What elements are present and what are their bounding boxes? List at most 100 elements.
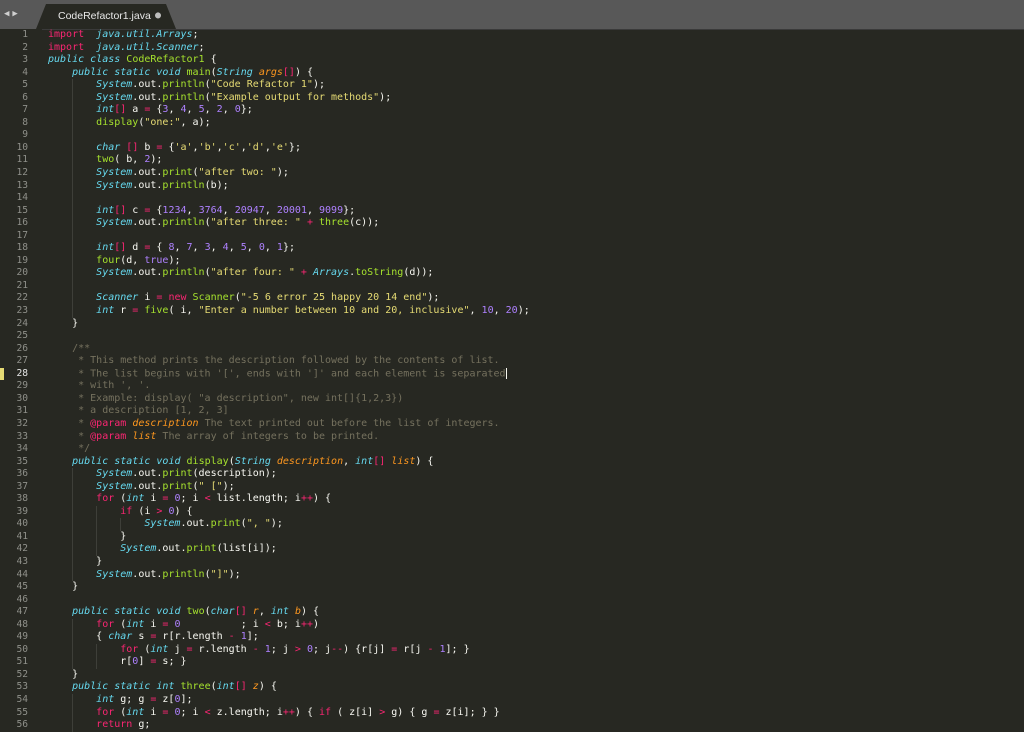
code-line[interactable]: 5 System.out.println("Code Refactor 1"); bbox=[0, 79, 1024, 92]
code-line[interactable]: 50 for (int j = r.length - 1; j > 0; j--… bbox=[0, 644, 1024, 657]
code-line[interactable]: 28 * The list begins with '[', ends with… bbox=[0, 367, 1024, 381]
code-line[interactable]: 3 public class CodeRefactor1 { bbox=[0, 54, 1024, 67]
line-number: 44 bbox=[16, 568, 28, 580]
code-line[interactable]: 31 * a description [1, 2, 3] bbox=[0, 405, 1024, 418]
line-number: 13 bbox=[16, 179, 28, 191]
code-line[interactable]: 46 bbox=[0, 594, 1024, 607]
code-line[interactable]: 23 int r = five( i, "Enter a number betw… bbox=[0, 305, 1024, 318]
line-number: 1 bbox=[22, 29, 28, 40]
code-line[interactable]: 15 int[] c = {1234, 3764, 20947, 20001, … bbox=[0, 205, 1024, 218]
line-number: 21 bbox=[16, 279, 28, 291]
code-line[interactable]: 16 System.out.println("after three: " + … bbox=[0, 217, 1024, 230]
line-number: 33 bbox=[16, 430, 28, 442]
line-number: 10 bbox=[16, 141, 28, 153]
nav-back-icon[interactable]: ◀ bbox=[4, 9, 9, 19]
code-text: Scanner i = new Scanner("-5 6 error 25 h… bbox=[96, 292, 440, 304]
code-line[interactable]: 37 System.out.print(" ["); bbox=[0, 481, 1024, 494]
code-line[interactable]: 55 for (int i = 0; i < z.length; i++) { … bbox=[0, 707, 1024, 720]
code-line[interactable]: 22 Scanner i = new Scanner("-5 6 error 2… bbox=[0, 292, 1024, 305]
line-number: 2 bbox=[22, 41, 28, 53]
code-line[interactable]: 42 System.out.print(list[i]); bbox=[0, 543, 1024, 556]
code-line[interactable]: 2 import java.util.Scanner; bbox=[0, 42, 1024, 55]
code-line[interactable]: 27 * This method prints the description … bbox=[0, 355, 1024, 368]
code-text: System.out.print(" ["); bbox=[96, 480, 235, 492]
code-line[interactable]: 35 public static void display(String des… bbox=[0, 456, 1024, 469]
code-line[interactable]: 34 */ bbox=[0, 443, 1024, 456]
tab-bar: ◀ ▶ CodeRefactor1.java ● bbox=[0, 0, 1024, 30]
line-number: 50 bbox=[16, 643, 28, 655]
code-line[interactable]: 18 int[] d = { 8, 7, 3, 4, 5, 0, 1}; bbox=[0, 242, 1024, 255]
code-line[interactable]: 33 * @param list The array of integers t… bbox=[0, 431, 1024, 444]
code-line[interactable]: 4 public static void main(String args[])… bbox=[0, 67, 1024, 80]
code-line[interactable]: 32 * @param description The text printed… bbox=[0, 418, 1024, 431]
code-line[interactable]: 45 } bbox=[0, 581, 1024, 594]
line-number: 5 bbox=[22, 79, 28, 91]
modified-indicator-icon[interactable]: ● bbox=[155, 10, 161, 21]
code-line[interactable]: 43 } bbox=[0, 556, 1024, 569]
code-line[interactable]: 9 bbox=[0, 129, 1024, 142]
code-line[interactable]: 49 { char s = r[r.length - 1]; bbox=[0, 631, 1024, 644]
code-line[interactable]: 48 for (int i = 0 ; i < b; i++) bbox=[0, 619, 1024, 632]
code-text: public class CodeRefactor1 { bbox=[48, 54, 217, 66]
line-number: 26 bbox=[16, 342, 28, 354]
code-line[interactable]: 8 display("one:", a); bbox=[0, 117, 1024, 130]
code-text: for (int i = 0 ; i < b; i++) bbox=[96, 618, 320, 630]
code-line[interactable]: 40 System.out.print(", "); bbox=[0, 518, 1024, 531]
line-number: 47 bbox=[16, 606, 28, 618]
code-text: */ bbox=[78, 443, 91, 455]
code-text: } bbox=[48, 668, 79, 680]
code-line[interactable]: 44 System.out.println("]"); bbox=[0, 569, 1024, 582]
code-text: System.out.print(description); bbox=[96, 468, 277, 480]
file-tab[interactable]: CodeRefactor1.java ● bbox=[36, 4, 176, 29]
code-line[interactable]: 30 * Example: display( "a description", … bbox=[0, 393, 1024, 406]
code-line[interactable]: 26 /** bbox=[0, 343, 1024, 356]
code-line[interactable]: 25 bbox=[0, 330, 1024, 343]
line-number: 11 bbox=[16, 154, 28, 166]
code-line[interactable]: 11 two( b, 2); bbox=[0, 154, 1024, 167]
line-number: 45 bbox=[16, 581, 28, 593]
code-text: int r = five( i, "Enter a number between… bbox=[96, 305, 530, 317]
code-line[interactable]: 47 public static void two(char[] r, int … bbox=[0, 606, 1024, 619]
code-text: } bbox=[48, 530, 127, 542]
code-line[interactable]: 36 System.out.print(description); bbox=[0, 468, 1024, 481]
line-number: 9 bbox=[22, 129, 28, 141]
code-line[interactable]: 1 import java.util.Arrays; bbox=[0, 29, 1024, 42]
code-text: } bbox=[48, 555, 103, 567]
line-number: 49 bbox=[16, 631, 28, 643]
code-text: int[] a = {3, 4, 5, 2, 0}; bbox=[96, 104, 253, 116]
code-line[interactable]: 13 System.out.println(b); bbox=[0, 180, 1024, 193]
code-line[interactable]: 20 System.out.println("after four: " + A… bbox=[0, 267, 1024, 280]
code-line[interactable]: 21 bbox=[0, 280, 1024, 293]
nav-forward-icon[interactable]: ▶ bbox=[12, 9, 17, 19]
code-line[interactable]: 53 public static int three(int[] z) { bbox=[0, 681, 1024, 694]
line-number: 36 bbox=[16, 468, 28, 480]
code-line[interactable]: 12 System.out.print("after two: "); bbox=[0, 167, 1024, 180]
code-line[interactable]: 38 for (int i = 0; i < list.length; i++)… bbox=[0, 493, 1024, 506]
code-line[interactable]: 41 } bbox=[0, 531, 1024, 544]
code-line[interactable]: 17 bbox=[0, 230, 1024, 243]
tab-title: CodeRefactor1.java bbox=[58, 10, 151, 22]
code-text: for (int i = 0; i < list.length; i++) { bbox=[96, 493, 332, 505]
line-number: 41 bbox=[16, 530, 28, 542]
line-number: 32 bbox=[16, 417, 28, 429]
code-line[interactable]: 7 int[] a = {3, 4, 5, 2, 0}; bbox=[0, 104, 1024, 117]
code-text: int[] d = { 8, 7, 3, 4, 5, 0, 1}; bbox=[96, 242, 295, 254]
code-editor[interactable]: 1 import java.util.Arrays; 2 import java.ut… bbox=[0, 29, 1024, 732]
code-line[interactable]: 19 four(d, true); bbox=[0, 255, 1024, 268]
line-number: 42 bbox=[16, 543, 28, 555]
code-line[interactable]: 52 } bbox=[0, 669, 1024, 682]
code-text: } bbox=[48, 581, 79, 593]
code-line[interactable]: 54 int g; g = z[0]; bbox=[0, 694, 1024, 707]
code-line[interactable]: 24 } bbox=[0, 318, 1024, 331]
code-line[interactable]: 29 * with ', '. bbox=[0, 380, 1024, 393]
code-text: * @param list The array of integers to b… bbox=[78, 430, 380, 442]
line-number: 55 bbox=[16, 706, 28, 718]
code-line[interactable]: 14 bbox=[0, 192, 1024, 205]
code-line[interactable]: 6 System.out.println("Example output for… bbox=[0, 92, 1024, 105]
code-text: public static int three(int[] z) { bbox=[72, 681, 277, 693]
code-line[interactable]: 39 if (i > 0) { bbox=[0, 506, 1024, 519]
code-text: System.out.print("after two: "); bbox=[96, 167, 289, 179]
code-line[interactable]: 51 r[0] = s; } bbox=[0, 656, 1024, 669]
line-number: 27 bbox=[16, 355, 28, 367]
code-line[interactable]: 10 char [] b = {'a','b','c','d','e'}; bbox=[0, 142, 1024, 155]
